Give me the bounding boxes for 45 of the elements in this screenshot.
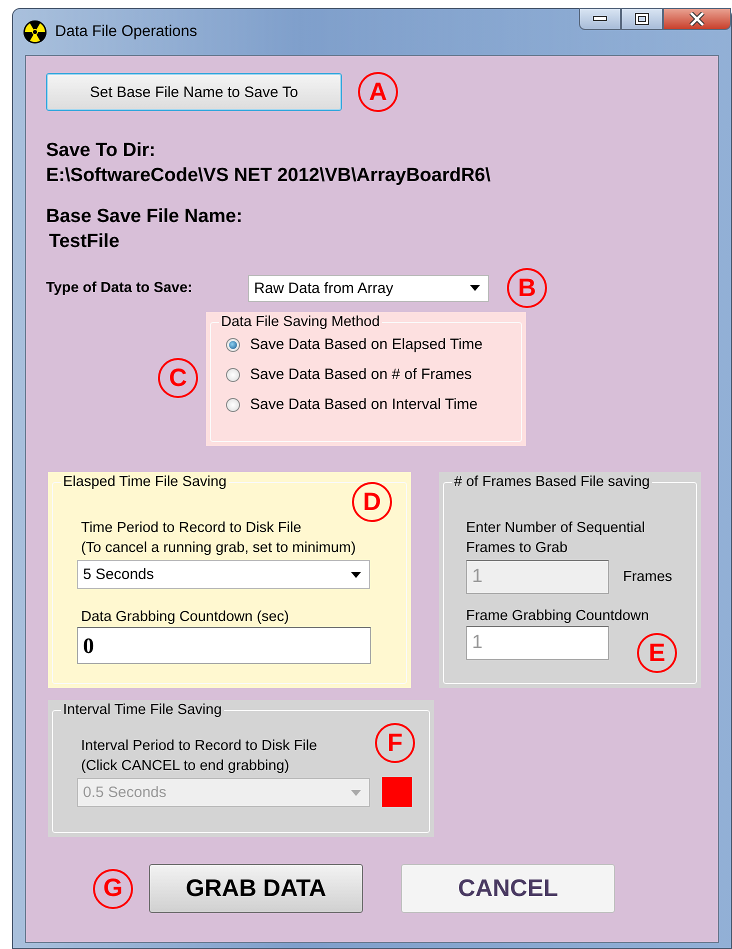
callout-label: E bbox=[637, 633, 677, 673]
file-name-value: TestFile bbox=[49, 230, 120, 254]
cancel-button[interactable]: CANCEL bbox=[401, 864, 615, 913]
callout-label: D bbox=[352, 482, 392, 522]
dropdown-field[interactable]: Raw Data from Array bbox=[248, 274, 489, 302]
grab-data-button[interactable]: GRAB DATA bbox=[149, 864, 363, 913]
dropdown-caret-icon bbox=[470, 285, 480, 291]
save-dir-label: Save To Dir: bbox=[46, 139, 156, 163]
group-title: Elasped Time File Saving bbox=[62, 474, 228, 490]
minimize-button[interactable] bbox=[579, 8, 621, 30]
callout-label: B bbox=[507, 268, 547, 308]
field-label: Interval Period to Record to Disk File bbox=[81, 737, 318, 756]
close-button[interactable] bbox=[663, 8, 731, 30]
file-name-label: Base Save File Name: bbox=[46, 205, 242, 229]
field-label: Frame Grabbing Countdown bbox=[466, 607, 649, 626]
dropdown-field[interactable]: 5 Seconds bbox=[77, 560, 370, 589]
field-label: Enter Number of Sequential bbox=[466, 519, 645, 538]
maximize-icon bbox=[635, 13, 649, 25]
field-label: (To cancel a running grab, set to minimum) bbox=[81, 539, 356, 558]
unit-label: Frames bbox=[623, 568, 672, 587]
data-type-label: Type of Data to Save: bbox=[46, 280, 194, 296]
callout-label: C bbox=[158, 358, 198, 398]
group-title: Interval Time File Saving bbox=[62, 702, 223, 718]
group-title: Data File Saving Method bbox=[220, 314, 381, 330]
set-file-name-button[interactable]: Set Base File Name to Save To bbox=[46, 73, 342, 111]
radio-option[interactable]: Save Data Based on # of Frames bbox=[226, 366, 521, 383]
radiation-icon bbox=[23, 20, 47, 44]
group-title: # of Frames Based File saving bbox=[453, 474, 651, 490]
maximize-button[interactable] bbox=[621, 8, 663, 30]
callout-label: F bbox=[375, 723, 415, 763]
countdown-field[interactable]: 0 bbox=[77, 627, 371, 664]
window-title: Data File Operations bbox=[55, 23, 198, 41]
save-dir-path: E:\SoftwareCode\VS NET 2012\VB\ArrayBoardR6\ bbox=[46, 164, 491, 188]
callout-label: A bbox=[358, 72, 398, 112]
minimize-icon bbox=[593, 16, 607, 22]
field-label: Data Grabbing Countdown (sec) bbox=[81, 608, 289, 627]
field-label: Frames to Grab bbox=[466, 539, 568, 558]
close-icon bbox=[689, 12, 705, 26]
radio-option[interactable]: Save Data Based on Elapsed Time bbox=[226, 336, 521, 353]
callout-label: G bbox=[93, 868, 133, 908]
dropdown-caret-icon bbox=[351, 790, 361, 796]
field-label: (Click CANCEL to end grabbing) bbox=[81, 757, 290, 776]
radio-option[interactable]: Save Data Based on Interval Time bbox=[226, 396, 521, 413]
dropdown-caret-icon bbox=[351, 572, 361, 578]
field-label: Time Period to Record to Disk File bbox=[81, 519, 302, 538]
